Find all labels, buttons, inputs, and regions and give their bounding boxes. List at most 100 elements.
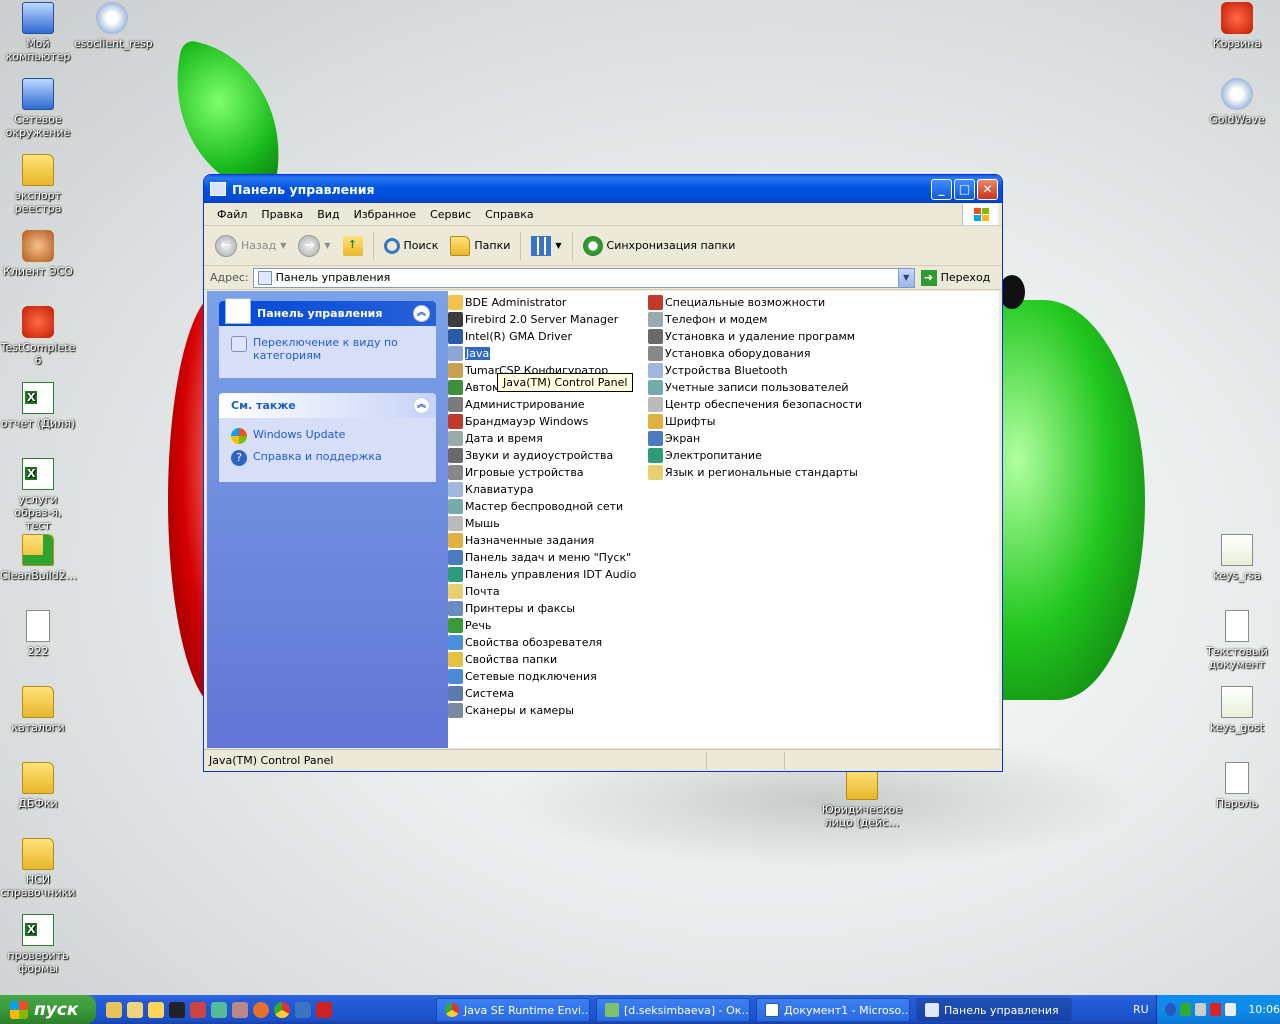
quicklaunch-app-icon[interactable] (316, 1001, 332, 1018)
desktop-icon-network[interactable]: Сетевое окружение (0, 78, 76, 139)
control-panel-item[interactable]: Сетевые подключения (448, 668, 636, 685)
desktop-icon-goldwave[interactable]: GoldWave (1199, 78, 1275, 126)
control-panel-item[interactable]: Принтеры и факсы (448, 600, 636, 617)
control-panel-item[interactable]: Электропитание (648, 447, 862, 464)
control-panel-item[interactable]: Свойства папки (448, 651, 636, 668)
minimize-button[interactable]: _ (931, 178, 952, 200)
menu-view[interactable]: Вид (310, 208, 346, 221)
task-chrome[interactable]: Java SE Runtime Envi… (436, 998, 590, 1022)
quicklaunch-app-icon[interactable] (127, 1001, 143, 1018)
task-word[interactable]: Документ1 - Microso… (756, 998, 910, 1022)
desktop-icon-legal-entity[interactable]: Юридическое лицо (дейс… (818, 768, 906, 829)
address-dropdown-button[interactable]: ▼ (897, 268, 914, 287)
control-panel-item[interactable]: Телефон и модем (648, 311, 862, 328)
control-panel-item[interactable]: Игровые устройства (448, 464, 636, 481)
control-panel-item[interactable]: Звуки и аудиоустройства (448, 447, 636, 464)
title-bar[interactable]: Панель управления _ □ ✕ (204, 175, 1002, 203)
collapse-chevron-icon[interactable]: ︽ (413, 305, 430, 322)
control-panel-item[interactable]: Экран (648, 430, 862, 447)
media-player-icon[interactable] (106, 1001, 122, 1018)
control-panel-item[interactable]: BDE Administrator (448, 294, 636, 311)
back-button[interactable]: ← Назад ▼ (210, 230, 291, 262)
collapse-chevron-icon[interactable]: ︽ (413, 397, 430, 414)
control-panel-item[interactable]: Java (448, 345, 636, 362)
language-indicator[interactable]: RU (1133, 1003, 1149, 1016)
desktop-icon-eso-client[interactable]: Клиент ЭСО (0, 230, 76, 278)
maximize-button[interactable]: □ (954, 178, 975, 200)
tray-chevron-icon[interactable] (1165, 1003, 1177, 1016)
chrome-icon[interactable] (274, 1001, 290, 1018)
task-mail[interactable]: [d.seksimbaeva] - Ок… (596, 998, 750, 1022)
tool-icon[interactable] (169, 1001, 185, 1018)
up-button[interactable]: ↑ (338, 230, 368, 262)
control-panel-item[interactable]: Мастер беспроводной сети (448, 498, 636, 515)
control-panel-item[interactable]: Установка и удаление программ (648, 328, 862, 345)
control-panel-item[interactable]: Клавиатура (448, 481, 636, 498)
address-input[interactable]: Панель управления ▼ (252, 267, 915, 288)
close-button[interactable]: ✕ (977, 178, 998, 200)
windows-update-link[interactable]: Windows Update (231, 428, 424, 444)
control-panel-item[interactable]: Панель управления IDT Audio (448, 566, 636, 583)
control-panel-item[interactable]: Учетные записи пользователей (648, 379, 862, 396)
mail-icon[interactable] (148, 1001, 164, 1018)
clock[interactable]: 10:06 (1248, 1003, 1280, 1016)
control-panel-item[interactable]: Почта (448, 583, 636, 600)
desktop-icon-dbf[interactable]: ДБФки (0, 762, 76, 810)
control-panel-item[interactable]: Система (448, 685, 636, 702)
desktop-icon-esoclient[interactable]: esoclient_resp (74, 2, 153, 50)
control-panel-item[interactable]: Шрифты (648, 413, 862, 430)
control-panel-item[interactable]: Мышь (448, 515, 636, 532)
folders-button[interactable]: Папки (445, 230, 515, 262)
desktop-icon-services[interactable]: услуги образ-я, тест (0, 458, 76, 532)
control-panel-item[interactable]: Специальные возможности (648, 294, 862, 311)
control-panel-item[interactable]: Устройства Bluetooth (648, 362, 862, 379)
tray-app-icon[interactable] (1195, 1003, 1207, 1016)
tray-app-icon[interactable] (1225, 1003, 1237, 1016)
control-panel-item[interactable]: Firebird 2.0 Server Manager (448, 311, 636, 328)
quicklaunch-app-icon[interactable] (211, 1001, 227, 1018)
control-panel-item[interactable]: Язык и региональные стандарты (648, 464, 862, 481)
menu-favorites[interactable]: Избранное (347, 208, 423, 221)
desktop-icon-nsi[interactable]: НСИ справочники (0, 838, 76, 899)
desktop-icon-export[interactable]: экспорт реестра (0, 154, 76, 215)
desktop-icon-password[interactable]: Пароль (1199, 762, 1275, 810)
control-panel-item[interactable]: Свойства обозревателя (448, 634, 636, 651)
control-panel-item[interactable]: Установка оборудования (648, 345, 862, 362)
desktop-icon-testcomplete[interactable]: TestComplete 6 (0, 306, 76, 367)
pane-header-control-panel[interactable]: Панель управления ︽ (219, 297, 436, 326)
firefox-icon[interactable] (253, 1001, 269, 1018)
switch-category-view-link[interactable]: Переключение к виду по категориям (231, 336, 424, 362)
task-control-panel[interactable]: Панель управления (916, 998, 1072, 1022)
quicklaunch-app-icon[interactable] (190, 1001, 206, 1018)
control-panel-item[interactable]: Речь (448, 617, 636, 634)
menu-help[interactable]: Справка (478, 208, 540, 221)
control-panel-item[interactable]: Администрирование (448, 396, 636, 413)
internet-explorer-icon[interactable] (295, 1001, 311, 1018)
control-panel-item[interactable]: Сканеры и камеры (448, 702, 636, 719)
search-button[interactable]: Поиск (379, 230, 444, 262)
sync-button[interactable]: Синхронизация папки (578, 230, 741, 262)
desktop-icon-keys-rsa[interactable]: keys_rsa (1199, 534, 1275, 582)
control-panel-item[interactable]: Центр обеспечения безопасности (648, 396, 862, 413)
tray-app-icon[interactable] (1180, 1003, 1192, 1016)
control-panel-item[interactable]: Дата и время (448, 430, 636, 447)
control-panel-item[interactable]: Панель задач и меню "Пуск" (448, 549, 636, 566)
desktop-icon-catalogs[interactable]: каталоги (0, 686, 76, 734)
desktop-icon-text-document[interactable]: Текстовый документ (1199, 610, 1275, 671)
desktop-icon-check-forms[interactable]: проверить формы (0, 914, 76, 975)
control-panel-item[interactable]: Брандмауэр Windows (448, 413, 636, 430)
forward-button[interactable]: → ▼ (293, 230, 335, 262)
menu-file[interactable]: Файл (210, 208, 254, 221)
views-button[interactable]: ▼ (526, 230, 566, 262)
go-button[interactable]: ➜ Переход (920, 269, 990, 286)
tray-antivirus-icon[interactable] (1210, 1003, 1222, 1016)
desktop-icon-222[interactable]: 222 (0, 610, 76, 658)
desktop-icon-keys-gost[interactable]: keys_gost (1199, 686, 1275, 734)
menu-tools[interactable]: Сервис (423, 208, 478, 221)
help-support-link[interactable]: ? Справка и поддержка (231, 450, 424, 466)
menu-edit[interactable]: Правка (254, 208, 310, 221)
desktop-icon-cleanbuild[interactable]: CleanBuild2… (0, 534, 77, 582)
control-panel-item[interactable]: Intel(R) GMA Driver (448, 328, 636, 345)
desktop-icon-my-computer[interactable]: Мой компьютер (0, 2, 76, 63)
quicklaunch-app-icon[interactable] (232, 1001, 248, 1018)
